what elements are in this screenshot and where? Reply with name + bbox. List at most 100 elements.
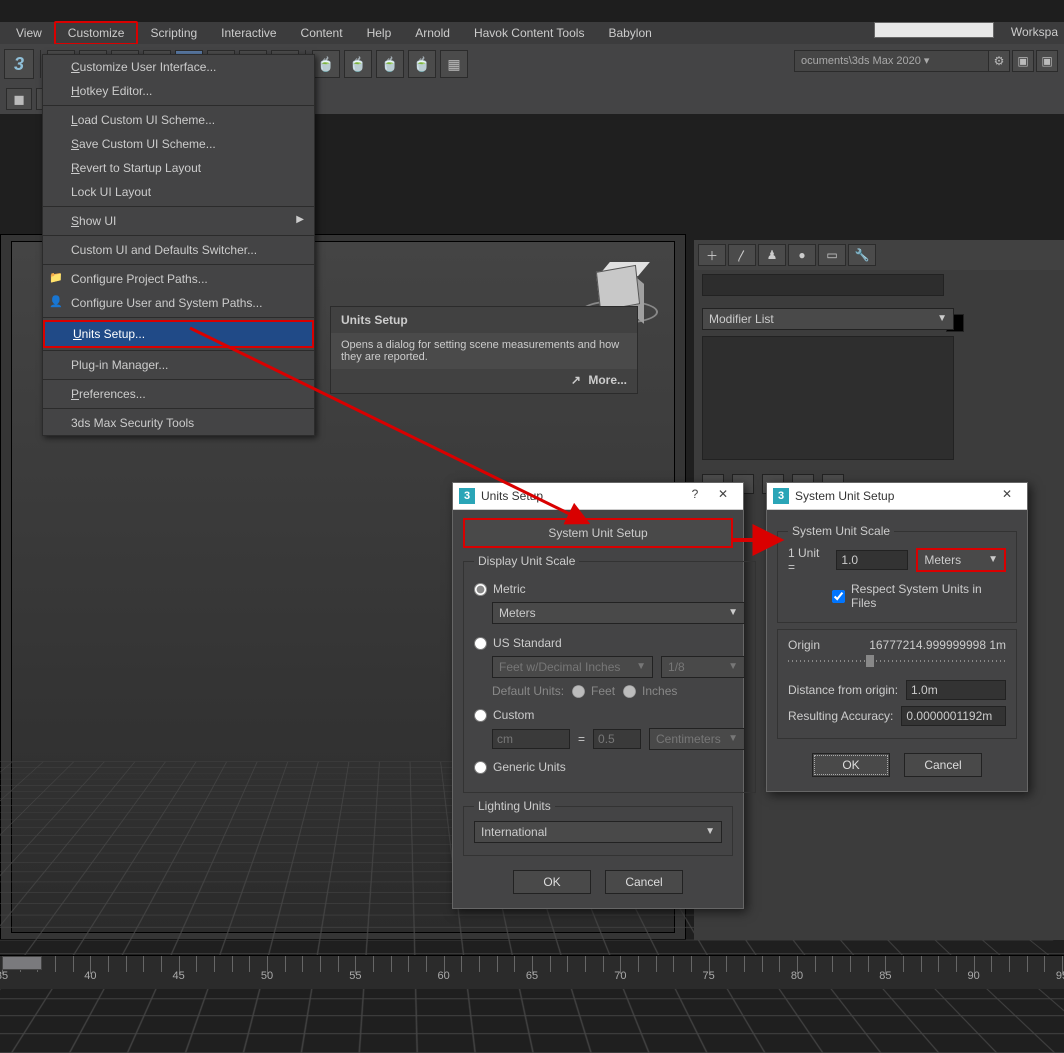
ruler-tick-label: 95 [1056, 970, 1064, 982]
submenu-arrow-icon: ▶ [296, 214, 304, 225]
menubar-item-interactive[interactable]: Interactive [209, 23, 288, 43]
project-path-dropdown[interactable]: ocuments\3ds Max 2020 ▾ [794, 50, 994, 72]
menubar-item-havok-content-tools[interactable]: Havok Content Tools [462, 23, 597, 43]
menu-item[interactable]: Plug-in Manager... [43, 353, 314, 377]
inches-radio[interactable]: Inches [623, 684, 677, 698]
menu-item[interactable]: Preferences... [43, 382, 314, 406]
menubar-item-content[interactable]: Content [289, 23, 355, 43]
accuracy-label: Resulting Accuracy: [788, 709, 893, 723]
ruler-tick-label: 70 [614, 970, 626, 982]
cancel-button[interactable]: Cancel [605, 870, 683, 894]
menubar-item-view[interactable]: View [4, 23, 54, 43]
toolbar-btn[interactable]: ▦ [440, 50, 468, 78]
custom-radio[interactable]: Custom [474, 708, 745, 722]
help-icon[interactable]: ? [681, 487, 709, 505]
menubar-item-scripting[interactable]: Scripting [138, 23, 209, 43]
cancel-button[interactable]: Cancel [904, 753, 982, 777]
user-box [874, 22, 994, 38]
custom-value-input[interactable] [593, 729, 641, 749]
menu-item[interactable]: Revert to Startup Layout [43, 156, 314, 180]
generic-radio-input[interactable] [474, 761, 487, 774]
menubar-item-arnold[interactable]: Arnold [403, 23, 462, 43]
chevron-down-icon: ▼ [728, 733, 738, 744]
tooltip: Units Setup Opens a dialog for setting s… [330, 306, 638, 394]
menu-item[interactable]: 3ds Max Security Tools [43, 411, 314, 435]
chevron-down-icon: ▼ [937, 313, 947, 324]
gear-icon[interactable]: ⚙ [988, 50, 1010, 72]
menu-item[interactable]: Units Setup... [43, 320, 314, 348]
respect-checkbox[interactable]: Respect System Units in Files [832, 582, 1006, 610]
motion-icon[interactable]: ● [788, 244, 816, 266]
time-slider-handle[interactable] [2, 956, 42, 970]
us-frac-dropdown[interactable]: 1/8 ▼ [661, 656, 745, 678]
ruler-tick-label: 75 [703, 970, 715, 982]
hierarchy-icon[interactable]: ♟ [758, 244, 786, 266]
menu-item[interactable]: Save Custom UI Scheme... [43, 132, 314, 156]
menubar-item-help[interactable]: Help [355, 23, 404, 43]
metric-radio-input[interactable] [474, 583, 487, 596]
tool-icon[interactable]: ▣ [1012, 50, 1034, 72]
distance-input[interactable] [906, 680, 1006, 700]
feet-label: Feet [591, 684, 615, 698]
inches-radio-input [623, 685, 636, 698]
utilities-icon[interactable]: 🔧 [848, 244, 876, 266]
dialog-title: System Unit Setup [795, 489, 993, 503]
generic-units-radio[interactable]: Generic Units [474, 760, 745, 774]
system-unit-scale-legend: System Unit Scale [788, 524, 894, 538]
inches-label: Inches [642, 684, 677, 698]
modifier-list-dropdown[interactable]: Modifier List ▼ [702, 308, 954, 330]
tool-icon[interactable]: ▣ [1036, 50, 1058, 72]
toolbar-btn[interactable]: ◼ [6, 88, 32, 110]
us-standard-radio[interactable]: US Standard [474, 636, 745, 650]
menu-item[interactable]: Show UI▶ [43, 209, 314, 233]
metric-radio[interactable]: Metric [474, 582, 745, 596]
menu-item[interactable]: Lock UI Layout [43, 180, 314, 204]
custom-unit-dropdown[interactable]: Centimeters ▼ [649, 728, 745, 750]
metric-unit-dropdown[interactable]: Meters ▼ [492, 602, 745, 624]
us-unit-dropdown[interactable]: Feet w/Decimal Inches ▼ [492, 656, 653, 678]
feet-radio[interactable]: Feet [572, 684, 615, 698]
modifier-stack[interactable] [702, 336, 954, 460]
one-unit-value-input[interactable] [836, 550, 908, 570]
display-icon[interactable]: ▭ [818, 244, 846, 266]
custom-prefix-input[interactable] [492, 729, 570, 749]
menu-item[interactable]: Load Custom UI Scheme... [43, 108, 314, 132]
menu-item[interactable]: Customize User Interface... [43, 55, 314, 79]
ok-button[interactable]: OK [812, 753, 890, 777]
menu-item[interactable]: Hotkey Editor... [43, 79, 314, 103]
teapot-icon[interactable]: 🍵 [376, 50, 404, 78]
custom-radio-input[interactable] [474, 709, 487, 722]
menubar-item-babylon[interactable]: Babylon [596, 23, 663, 43]
ok-button[interactable]: OK [513, 870, 591, 894]
teapot-icon[interactable]: 🍵 [344, 50, 372, 78]
close-icon[interactable]: ✕ [709, 487, 737, 505]
menu-item[interactable]: Custom UI and Defaults Switcher... [43, 238, 314, 262]
respect-checkbox-input[interactable] [832, 590, 845, 603]
display-unit-scale-legend: Display Unit Scale [474, 554, 579, 568]
system-unit-setup-button[interactable]: System Unit Setup [463, 518, 733, 548]
us-standard-radio-input[interactable] [474, 637, 487, 650]
app-logo-icon[interactable]: 3 [4, 49, 34, 79]
us-standard-label: US Standard [493, 636, 562, 650]
chevron-down-icon: ▼ [728, 661, 738, 672]
close-icon[interactable]: ✕ [993, 487, 1021, 505]
tooltip-more-link[interactable]: ↗ More... [331, 369, 637, 393]
teapot-icon[interactable]: 🍵 [408, 50, 436, 78]
ruler-tick-label: 35 [0, 970, 8, 982]
system-unit-setup-dialog: 3 System Unit Setup ✕ System Unit Scale … [766, 482, 1028, 792]
menu-item[interactable]: 👤Configure User and System Paths... [43, 291, 314, 315]
ruler-tick-label: 55 [349, 970, 361, 982]
object-name-input[interactable] [702, 274, 944, 296]
workspace-label[interactable]: Workspa [1005, 22, 1064, 44]
us-unit-value: Feet w/Decimal Inches [499, 660, 620, 674]
units-setup-dialog: 3 Units Setup ? ✕ System Unit Setup Disp… [452, 482, 744, 909]
plus-icon[interactable]: ＋ [698, 244, 726, 266]
teapot-icon[interactable]: 🍵 [312, 50, 340, 78]
menubar-item-customize[interactable]: Customize [54, 21, 139, 45]
modify-icon[interactable]: 〳 [728, 244, 756, 266]
origin-slider[interactable] [788, 656, 1006, 666]
lighting-unit-dropdown[interactable]: International ▼ [474, 821, 722, 843]
system-unit-dropdown[interactable]: Meters ▼ [916, 548, 1006, 572]
menu-item[interactable]: 📁Configure Project Paths... [43, 267, 314, 291]
time-ruler[interactable]: 35404550556065707580859095 [0, 955, 1064, 989]
